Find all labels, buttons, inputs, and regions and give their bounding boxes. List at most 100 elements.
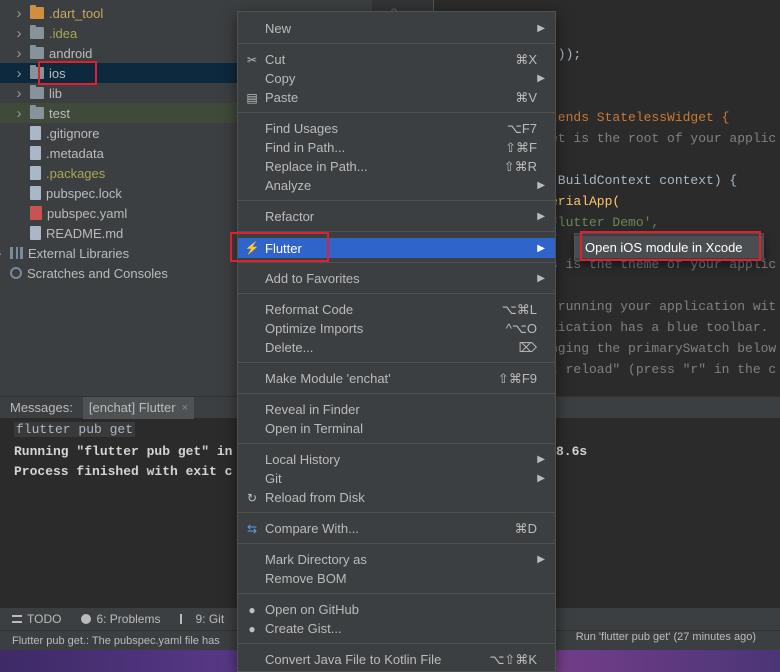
file-icon <box>30 186 41 200</box>
menu-item-new[interactable]: New ▶ <box>238 19 555 38</box>
chevron-right-icon[interactable]: › <box>14 105 24 122</box>
folder-icon <box>30 45 44 59</box>
menu-item-label: Git <box>265 471 282 486</box>
menu-item-shortcut: ⌘V <box>515 89 537 105</box>
menu-item-make-module-enchat[interactable]: Make Module 'enchat' ⇧⌘F9 <box>238 369 555 388</box>
tree-item-label: pubspec.lock <box>46 185 122 201</box>
menu-item-label: Find Usages <box>265 121 338 136</box>
submenu-arrow-icon: ▶ <box>537 23 545 34</box>
tree-item-label: External Libraries <box>28 245 130 261</box>
github-gist-icon: ● <box>248 621 256 636</box>
reload-icon: ↻ <box>246 490 258 505</box>
menu-item-local-history[interactable]: Local History ▶ <box>238 450 555 469</box>
menu-item-mark-directory-as[interactable]: Mark Directory as ▶ <box>238 550 555 569</box>
menu-item-label: Flutter <box>265 240 302 256</box>
menu-item-copy[interactable]: Copy ▶ <box>238 69 555 88</box>
menu-item-optimize-imports[interactable]: Optimize Imports ^⌥O <box>238 319 555 338</box>
menu-item-label: Reload from Disk <box>265 490 365 505</box>
menu-separator <box>238 43 555 44</box>
menu-separator <box>238 293 555 294</box>
menu-item-shortcut: ⌥⇧⌘K <box>489 651 537 667</box>
menu-item-delete[interactable]: Delete... ⌦ <box>238 338 555 357</box>
menu-item-compare-with[interactable]: ⇆ Compare With... ⌘D <box>238 519 555 538</box>
menu-item-label: Delete... <box>265 340 314 355</box>
submenu-arrow-icon: ▶ <box>537 473 545 484</box>
menu-item-find-in-path[interactable]: Find in Path... ⇧⌘F <box>238 138 555 157</box>
menu-item-analyze[interactable]: Analyze ▶ <box>238 176 555 195</box>
submenu-item-label: Open iOS module in Xcode <box>585 239 743 255</box>
menu-item-reveal-in-finder[interactable]: Reveal in Finder <box>238 400 555 419</box>
menu-item-label: Refactor <box>265 209 315 224</box>
menu-item-open-on-github[interactable]: ● Open on GitHub <box>238 600 555 619</box>
menu-item-reformat-code[interactable]: Reformat Code ⌥⌘L <box>238 300 555 319</box>
submenu-arrow-icon: ▶ <box>537 554 545 565</box>
chevron-right-icon[interactable]: › <box>14 5 24 22</box>
menu-separator <box>238 512 555 513</box>
list-icon <box>12 615 22 623</box>
menu-item-open-in-terminal[interactable]: Open in Terminal <box>238 419 555 438</box>
todo-tool-button[interactable]: TODO <box>12 612 61 626</box>
menu-item-git[interactable]: Git ▶ <box>238 469 555 488</box>
menu-item-shortcut: ⇧⌘R <box>503 158 537 174</box>
file-icon <box>30 226 41 240</box>
problems-tool-button[interactable]: 6: Problems <box>81 612 160 626</box>
chevron-right-icon[interactable]: › <box>14 85 24 102</box>
menu-item-flutter[interactable]: ⚡ Flutter ▶ <box>238 238 555 258</box>
folder-icon <box>30 25 44 39</box>
menu-item-reload-from-disk[interactable]: ↻ Reload from Disk <box>238 488 555 507</box>
menu-item-shortcut: ⌥F7 <box>506 120 537 136</box>
code-line: erialApp( <box>550 194 621 209</box>
menu-item-find-usages[interactable]: Find Usages ⌥F7 <box>238 119 555 138</box>
tree-item-label: pubspec.yaml <box>47 205 128 221</box>
menu-separator <box>238 543 555 544</box>
menu-item-shortcut: ⌘X <box>515 51 537 67</box>
menu-separator <box>238 593 555 594</box>
menu-separator <box>238 443 555 444</box>
console-duration: 8.6s <box>556 444 588 459</box>
menu-item-refactor[interactable]: Refactor ▶ <box>238 207 555 226</box>
menu-separator <box>238 643 555 644</box>
menu-separator <box>238 200 555 201</box>
tab-enchat-flutter[interactable]: [enchat] Flutter × <box>82 396 195 419</box>
menu-item-add-to-favorites[interactable]: Add to Favorites ▶ <box>238 269 555 288</box>
menu-item-label: Create Gist... <box>265 621 342 636</box>
status-message[interactable]: Flutter pub get.: The pubspec.yaml file … <box>12 635 220 647</box>
menu-item-label: Reveal in Finder <box>265 402 360 417</box>
close-icon[interactable]: × <box>182 402 188 414</box>
menu-item-paste[interactable]: ▤ Paste ⌘V <box>238 88 555 107</box>
menu-item-replace-in-path[interactable]: Replace in Path... ⇧⌘R <box>238 157 555 176</box>
problems-icon <box>81 614 92 624</box>
chevron-right-icon[interactable]: › <box>14 65 24 82</box>
console-line: Process finished with exit c <box>14 464 233 479</box>
submenu-arrow-icon: ▶ <box>537 454 545 465</box>
submenu-arrow-icon: ▶ <box>537 273 545 284</box>
code-line: tends StatelessWidget { <box>550 110 730 125</box>
menu-separator <box>238 231 555 232</box>
folder-icon <box>30 105 44 119</box>
menu-item-shortcut: ⌥⌘L <box>501 301 537 317</box>
menu-item-remove-bom[interactable]: Remove BOM <box>238 569 555 588</box>
todo-label: TODO <box>27 612 62 626</box>
menu-item-label: Find in Path... <box>265 140 346 155</box>
menu-item-label: Convert Java File to Kotlin File <box>265 652 442 667</box>
flutter-icon: ⚡ <box>244 241 260 255</box>
git-tool-button[interactable]: 9: Git <box>180 612 224 626</box>
folder-icon <box>30 65 44 79</box>
menu-item-label: Replace in Path... <box>265 159 368 174</box>
tree-item-label: .metadata <box>46 145 104 161</box>
open-ios-in-xcode-item[interactable]: Open iOS module in Xcode <box>575 236 763 258</box>
chevron-right-icon[interactable]: › <box>0 245 4 262</box>
code-line: lication has a blue toolbar. <box>550 320 777 335</box>
menu-item-label: Copy <box>265 71 296 86</box>
file-icon <box>30 166 41 180</box>
context-menu: New ▶ ✂ Cut ⌘X Copy ▶ ▤ Paste ⌘V Find Usages ⌥F7 Fin… <box>237 11 556 672</box>
chevron-right-icon[interactable]: › <box>14 45 24 62</box>
submenu-arrow-icon: ▶ <box>537 211 545 222</box>
menu-item-cut[interactable]: ✂ Cut ⌘X <box>238 50 555 69</box>
menu-item-label: Open on GitHub <box>265 602 359 617</box>
menu-separator <box>238 112 555 113</box>
menu-item-create-gist[interactable]: ● Create Gist... <box>238 619 555 638</box>
chevron-right-icon[interactable]: › <box>14 25 24 42</box>
menu-item-label: Optimize Imports <box>265 321 364 336</box>
menu-item-convert-java-file-to-kotlin-file[interactable]: Convert Java File to Kotlin File ⌥⇧⌘K <box>238 650 555 669</box>
